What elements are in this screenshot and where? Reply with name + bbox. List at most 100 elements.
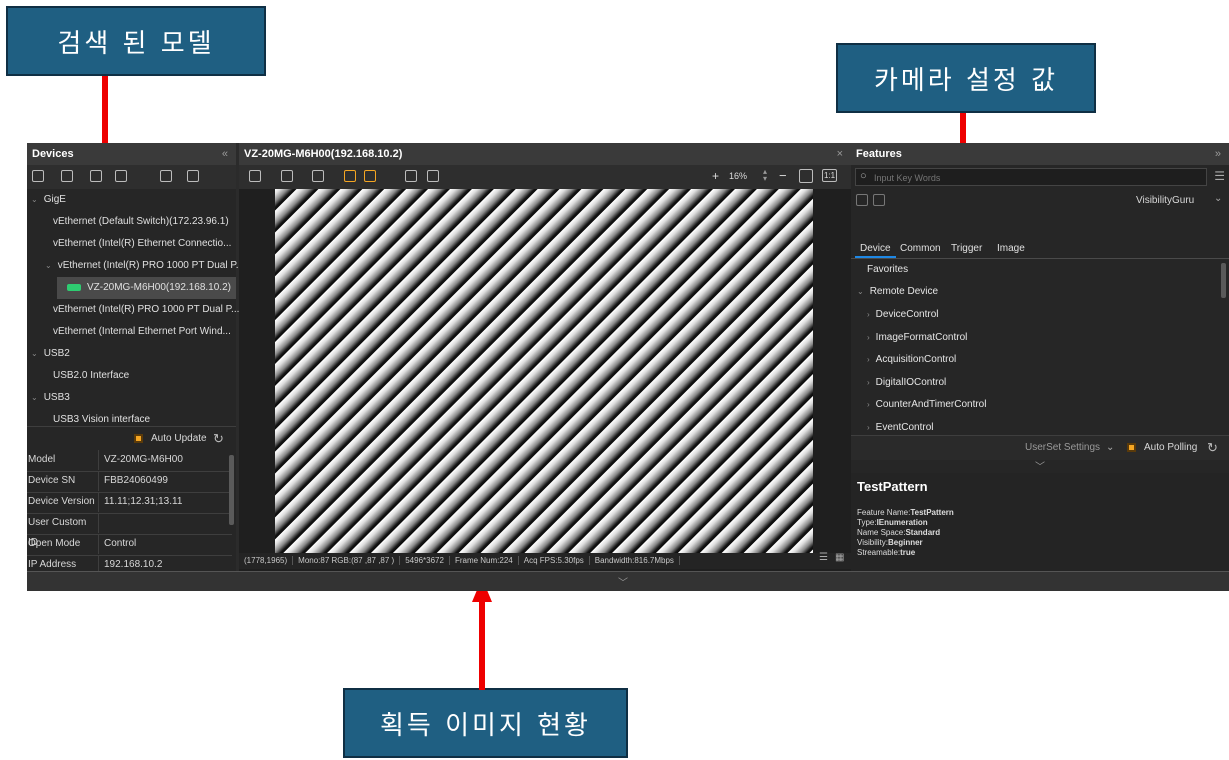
feature-category-label: AcquisitionControl — [875, 354, 957, 365]
feature-category-label: EventControl — [875, 421, 934, 433]
detail-value: Beginner — [887, 538, 923, 547]
viewer-title: VZ-20MG-M6H00(192.168.10.2) — [244, 148, 403, 160]
search-box[interactable]: ○ — [855, 168, 1207, 187]
camera-icon[interactable] — [90, 170, 102, 182]
tree-item[interactable]: vEthernet (Default Switch)(172.23.96.1) — [27, 211, 236, 233]
disconnect-icon[interactable] — [61, 170, 73, 182]
info-row: Open Mode Control — [27, 534, 232, 556]
collapse-devices-button[interactable]: « — [222, 143, 228, 165]
info-key: Model — [27, 450, 99, 470]
userset-dropdown[interactable]: UserSet Settings — [1025, 436, 1100, 460]
tree-item[interactable]: VZ-20MG-M6H00(192.168.10.2) — [57, 277, 236, 299]
tree-item[interactable]: vEthernet (Intel(R) Ethernet Connectio..… — [27, 233, 236, 255]
tab-device[interactable]: Device — [855, 240, 896, 258]
grid-icon[interactable] — [364, 170, 376, 182]
chevron-down-icon[interactable]: ⌄ — [31, 195, 38, 204]
feature-category-item[interactable]: › AcquisitionControl — [867, 349, 956, 371]
chevron-down-icon: ⌄ — [1106, 442, 1115, 453]
info-key: User Custom ID — [27, 513, 99, 548]
chevron-down-icon[interactable]: ﹀ — [618, 574, 628, 589]
chevron-down-icon[interactable]: ⌄ — [31, 393, 38, 402]
tree-item-label: USB2.0 Interface — [53, 370, 130, 381]
tree-item-label: GigE — [43, 194, 66, 205]
zoom-stepper-icon[interactable]: ▴ ▾ — [763, 168, 767, 183]
status-field: Acq FPS:5.30fps — [518, 556, 590, 565]
chevron-right-icon: › — [867, 377, 870, 387]
tree-item-label: vEthernet (Default Switch)(172.23.96.1) — [53, 216, 229, 227]
bottom-splitter[interactable]: ﹀ — [27, 571, 1229, 591]
tab-trigger[interactable]: Trigger — [946, 240, 987, 258]
feature-category-item[interactable]: › ImageFormatControl — [867, 327, 967, 349]
auto-polling-checkbox[interactable] — [1127, 443, 1136, 452]
auto-update-label: Auto Update — [151, 433, 207, 444]
record-icon[interactable] — [312, 170, 324, 182]
menu-icon[interactable]: ☰ — [1214, 169, 1225, 183]
chevron-down-icon[interactable]: ⌄ — [31, 349, 38, 358]
detail-value: TestPattern — [910, 508, 954, 517]
arrow-to-statusbar — [472, 578, 492, 690]
connect-icon[interactable] — [32, 170, 44, 182]
tree-item[interactable]: ⌄ GigE — [27, 189, 236, 211]
chevron-down-icon[interactable]: ⌄ — [1214, 193, 1222, 204]
tree-item[interactable]: vEthernet (Internal Ethernet Port Wind..… — [27, 321, 236, 343]
splitter-chevron-icon[interactable]: ﹀ — [1035, 458, 1045, 473]
expand-features-button[interactable]: » — [1215, 143, 1221, 165]
pause-icon[interactable] — [187, 170, 199, 182]
camera-alt-icon[interactable] — [115, 170, 127, 182]
tree-item[interactable]: vEthernet (Intel(R) PRO 1000 PT Dual P..… — [27, 299, 239, 321]
zoom-out-button[interactable]: − — [779, 168, 787, 183]
chevron-right-icon: › — [867, 422, 870, 432]
text-overlay-icon[interactable] — [427, 170, 439, 182]
close-viewer-button[interactable]: × — [837, 143, 843, 165]
info-scrollbar[interactable] — [229, 455, 234, 525]
one-to-one-button[interactable]: 1:1 — [822, 169, 838, 182]
fit-window-icon[interactable] — [799, 169, 813, 183]
tab-common[interactable]: Common — [895, 240, 946, 258]
crosshair-icon[interactable] — [344, 170, 356, 182]
feature-category-item[interactable]: › DeviceControl — [867, 304, 938, 326]
devices-pane: Devices « ⌄ GigE vEthernet (Default Switch… — [27, 143, 244, 577]
device-info-table: Model VZ-20MG-M6H00 Device SN FBB24060499 De… — [27, 450, 232, 577]
feature-category-item[interactable]: › CounterAndTimerControl — [867, 394, 986, 416]
detail-lines: Feature Name:TestPattern Type:IEnumeratio… — [857, 508, 954, 558]
tree-item[interactable]: ⌄ vEthernet (Intel(R) PRO 1000 PT Dual P.… — [27, 255, 244, 277]
import-icon[interactable] — [856, 194, 868, 206]
feature-category-item[interactable]: › DigitalIOControl — [867, 372, 946, 394]
refresh-icon[interactable]: ↻ — [1207, 436, 1218, 460]
image-display[interactable] — [275, 189, 813, 553]
grid-view-icon[interactable]: ▦ — [835, 552, 844, 563]
camera-connected-icon — [67, 283, 81, 291]
search-icon: ○ — [860, 170, 867, 182]
callout-camera-settings: 카메라 설정 값 — [836, 43, 1096, 113]
histogram-icon[interactable] — [405, 170, 417, 182]
remote-device-node[interactable]: ⌄ Remote Device — [857, 281, 938, 303]
export-icon[interactable] — [873, 194, 885, 206]
detail-label: Name Space: — [857, 528, 906, 537]
list-view-icon[interactable]: ☰ — [819, 552, 828, 563]
features-title: Features — [856, 148, 902, 160]
zoom-in-button[interactable]: + — [712, 169, 719, 183]
info-value: 11.11;12.31;13.11 — [104, 496, 183, 507]
tab-image[interactable]: Image — [992, 240, 1030, 258]
status-field: Mono:87 RGB:(87 ,87 ,87 ) — [293, 556, 401, 565]
pause-stream-icon[interactable] — [249, 170, 261, 182]
favorites-item[interactable]: Favorites — [867, 259, 908, 281]
ip-config-icon[interactable] — [160, 170, 172, 182]
feature-detail: TestPattern Feature Name:TestPattern Type… — [851, 473, 1229, 571]
remote-device-label: Remote Device — [869, 286, 939, 297]
chevron-down-icon[interactable]: ⌄ — [45, 261, 52, 270]
detail-title: TestPattern — [857, 479, 928, 494]
features-scrollbar[interactable] — [1221, 263, 1226, 298]
tree-item[interactable]: ⌄ USB2 — [27, 343, 236, 365]
detail-line: Feature Name:TestPattern — [857, 508, 954, 518]
callout-acquired-image-text: 획득 이미지 현황 — [380, 710, 591, 741]
auto-update-checkbox[interactable] — [134, 434, 143, 443]
feature-category-label: DeviceControl — [875, 309, 939, 320]
no-display-icon[interactable] — [281, 170, 293, 182]
visibility-select[interactable]: Guru — [1172, 195, 1194, 206]
tree-item[interactable]: ⌄ USB3 — [27, 387, 236, 409]
refresh-icon[interactable]: ↻ — [213, 427, 224, 451]
search-input[interactable] — [872, 169, 1196, 187]
auto-polling-label: Auto Polling — [1144, 442, 1198, 453]
tree-item[interactable]: USB2.0 Interface — [27, 365, 236, 387]
